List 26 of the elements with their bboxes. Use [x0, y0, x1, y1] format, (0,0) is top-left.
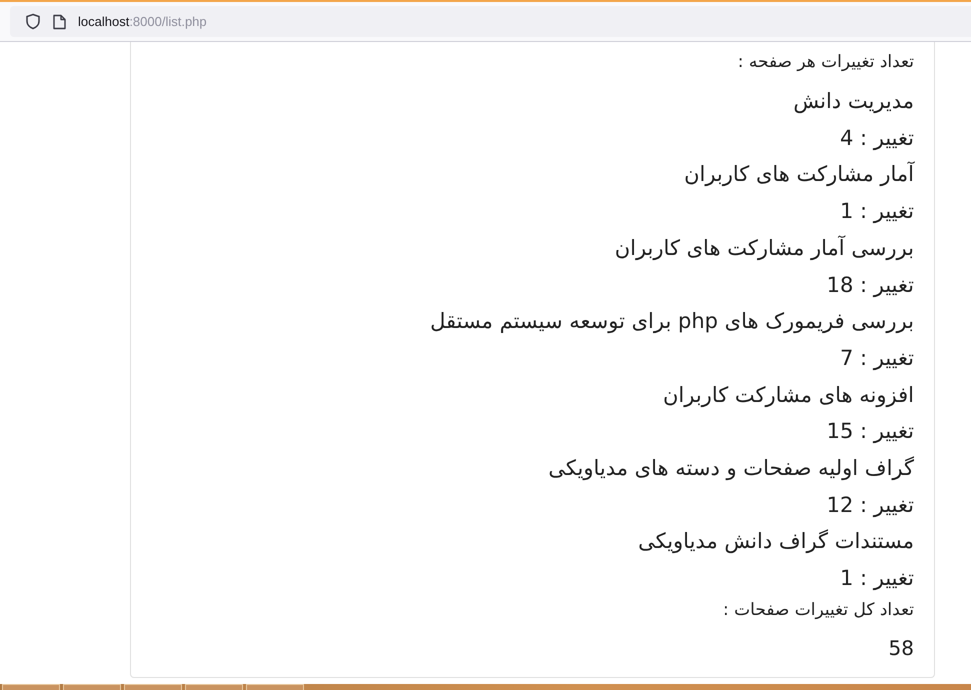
- page-title: گراف اولیه صفحات و دسته های مدیاویکی: [548, 455, 914, 482]
- section-heading: تعداد تغییرات هر صفحه :: [738, 51, 914, 74]
- page-title: بررسی آمار مشارکت های کاربران: [614, 234, 914, 262]
- taskbar-button[interactable]: [185, 684, 243, 690]
- page-title: افزونه های مشارکت کاربران: [662, 382, 914, 410]
- taskbar-button[interactable]: [246, 684, 304, 690]
- change-count: تغییر : 15: [826, 418, 914, 446]
- url-text[interactable]: localhost:8000/list.php: [78, 14, 207, 29]
- taskbar-button[interactable]: [63, 684, 121, 690]
- change-count: تغییر : 12: [826, 492, 914, 520]
- page-icon[interactable]: [53, 14, 66, 30]
- total-label: تعداد کل تغییرات صفحات :: [723, 598, 914, 622]
- taskbar-button[interactable]: [2, 684, 60, 690]
- page-title: آمار مشارکت های کاربران: [684, 160, 914, 188]
- page-title: مدیریت دانش: [793, 88, 914, 116]
- total-count: 58: [888, 634, 914, 662]
- change-count: تغییر : 4: [840, 124, 914, 152]
- change-count: تغییر : 1: [840, 565, 914, 592]
- change-count: تغییر : 7: [840, 344, 914, 372]
- address-bar[interactable]: localhost:8000/list.php: [10, 6, 971, 37]
- shield-icon[interactable]: [25, 13, 41, 30]
- taskbar-button[interactable]: [124, 684, 182, 690]
- change-count: تغییر : 18: [826, 272, 914, 300]
- page-title: مستندات گراف دانش مدیاویکی: [638, 528, 914, 556]
- change-count: تغییر : 1: [840, 198, 914, 226]
- page-title: بررسی فریمورک های php برای توسعه سیستم مستقل: [430, 308, 914, 336]
